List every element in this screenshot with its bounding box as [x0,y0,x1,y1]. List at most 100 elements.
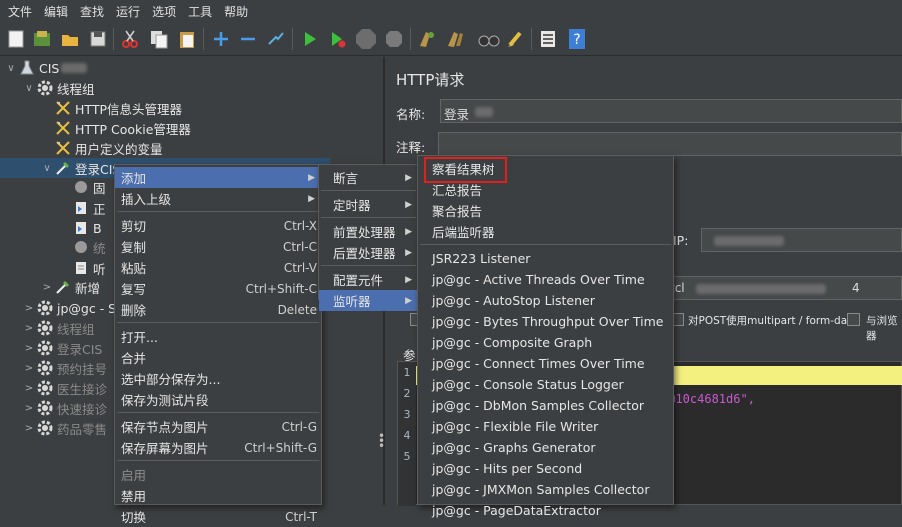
menu-item[interactable]: 保存节点为图片 Ctrl-G [115,416,321,437]
shutdown-icon[interactable] [382,27,406,51]
templates-icon[interactable] [30,27,54,51]
menu-item[interactable]: 切换 Ctrl-T [115,506,321,527]
name-field[interactable]: 登录 [440,99,902,123]
expand-arrow-icon[interactable]: > [22,343,36,354]
comment-field[interactable] [438,132,902,156]
start-no-pause-icon[interactable] [326,27,350,51]
tree-node[interactable]: > 医生接诊 [22,378,107,398]
menu-item[interactable]: jp@gc - Flexible File Writer [418,416,673,437]
tree-node[interactable]: > 药品零售 [22,418,107,438]
expand-arrow-icon[interactable]: > [22,303,36,314]
toggle-icon[interactable] [264,27,288,51]
cut-icon[interactable] [118,27,142,51]
expand-arrow-icon[interactable]: > [22,403,36,414]
menu-item[interactable]: 复制 Ctrl-C [115,236,321,257]
expand-arrow-icon[interactable]: ∨ [4,63,18,74]
menu-item[interactable]: jp@gc - DbMon Samples Collector [418,395,673,416]
expand-arrow-icon[interactable]: > [40,282,54,293]
tree-node[interactable]: 正 [58,198,106,218]
menu-item[interactable]: 禁用 [115,485,321,506]
expand-icon[interactable] [209,27,233,51]
menu-item[interactable]: 保存为测试片段 [115,389,321,410]
menu-item[interactable]: 断言 ▶ [319,167,418,188]
collapse-icon[interactable] [236,27,260,51]
clear-all-icon[interactable] [443,27,467,51]
tree-node[interactable]: ∨ 线程组 [22,78,95,98]
tree-node[interactable]: > 线程组 [22,318,95,338]
tree-node[interactable]: 统 [58,237,106,257]
tree-node[interactable]: 听 [58,258,106,278]
tree-node[interactable]: > 登录CIS [22,338,102,358]
expand-arrow-icon[interactable]: ∨ [40,163,54,174]
tree-node[interactable]: 固 [58,177,106,197]
menu-item[interactable]: 粘贴 Ctrl-V [115,257,321,278]
menu-2[interactable]: 查找 [74,3,110,20]
menu-item[interactable]: 监听器 ▶ [319,290,418,311]
menu-item[interactable]: 合并 [115,347,321,368]
expand-arrow-icon[interactable]: > [22,383,36,394]
menu-item[interactable]: 前置处理器 ▶ [319,221,418,242]
tree-node[interactable]: HTTP信息头管理器 [40,98,182,118]
drag-handle-icon[interactable]: • • • [378,430,385,452]
menu-item[interactable]: 配置元件 ▶ [319,269,418,290]
menu-item[interactable]: 打开... [115,326,321,347]
menu-item[interactable]: jp@gc - Active Threads Over Time [418,269,673,290]
path-field[interactable]: tcl 4 [665,276,902,300]
function-helper-icon[interactable] [536,27,560,51]
menu-item[interactable]: 保存屏幕为图片 Ctrl+Shift-G [115,437,321,458]
tree-node[interactable]: ∨ CIS [4,58,88,78]
menu-item[interactable]: 选中部分保存为... [115,368,321,389]
tree-node[interactable]: B [58,218,102,238]
menu-4[interactable]: 选项 [146,3,182,20]
tree-node[interactable]: > 快速接诊 [22,398,107,418]
tree-node[interactable]: 用户定义的变量 [40,138,163,158]
menu-item[interactable]: jp@gc - Console Status Logger [418,374,673,395]
menu-item[interactable]: jp@gc - PageDataExtractor [418,500,673,521]
menu-item[interactable]: jp@gc - Composite Graph [418,332,673,353]
menu-1[interactable]: 编辑 [38,3,74,20]
tree-node[interactable]: > 新增 [40,277,100,297]
menu-item[interactable]: 后置处理器 ▶ [319,242,418,263]
expand-arrow-icon[interactable]: > [22,423,36,434]
menu-5[interactable]: 工具 [182,3,218,20]
save-icon[interactable] [86,27,110,51]
clear-icon[interactable] [415,27,439,51]
menu-0[interactable]: 文件 [2,3,38,20]
menu-item[interactable]: jp@gc - JMXMon Samples Collector [418,479,673,500]
menu-item[interactable]: 添加 ▶ [115,167,321,188]
tree-node-label: B [93,220,102,236]
menu-item[interactable]: jp@gc - Graphs Generator [418,437,673,458]
stop-icon[interactable] [354,27,378,51]
menu-item[interactable]: 后端监听器 [418,221,673,242]
tree-node-label: 用户定义的变量 [75,141,163,157]
menu-item[interactable]: 删除 Delete [115,299,321,320]
menu-item[interactable]: jp@gc - Hits per Second [418,458,673,479]
menu-item[interactable]: 复写 Ctrl+Shift-C [115,278,321,299]
menu-item[interactable]: jp@gc - AutoStop Listener [418,290,673,311]
checkbox-browser-headers[interactable] [847,313,860,326]
expand-arrow-icon[interactable]: ∨ [22,83,36,94]
menu-item[interactable]: 定时器 ▶ [319,194,418,215]
menu-item[interactable]: jp@gc - Bytes Throughput Over Time [418,311,673,332]
expand-arrow-icon[interactable]: > [22,363,36,374]
help-icon[interactable]: ? [565,27,589,51]
menu-item[interactable]: 聚合报告 [418,200,673,221]
menu-6[interactable]: 帮助 [218,3,254,20]
copy-icon[interactable] [147,27,171,51]
reset-search-icon[interactable] [504,27,528,51]
start-icon[interactable] [298,27,322,51]
menu-item[interactable]: JSR223 Listener [418,248,673,269]
new-icon[interactable] [4,27,28,51]
tree-node[interactable]: > 预约挂号 [22,358,107,378]
tree-node[interactable]: > jp@gc - S [22,298,116,318]
menu-item[interactable]: 插入上级 ▶ [115,188,321,209]
search-binoculars-icon[interactable] [477,27,501,51]
menu-item[interactable]: 剪切 Ctrl-X [115,215,321,236]
paste-icon[interactable] [175,27,199,51]
menu-item[interactable]: jp@gc - Connect Times Over Time [418,353,673,374]
tree-node[interactable]: HTTP Cookie管理器 [40,118,191,138]
menu-3[interactable]: 运行 [110,3,146,20]
server-ip-field[interactable] [701,228,902,252]
expand-arrow-icon[interactable]: > [22,323,36,334]
open-icon[interactable] [58,27,82,51]
